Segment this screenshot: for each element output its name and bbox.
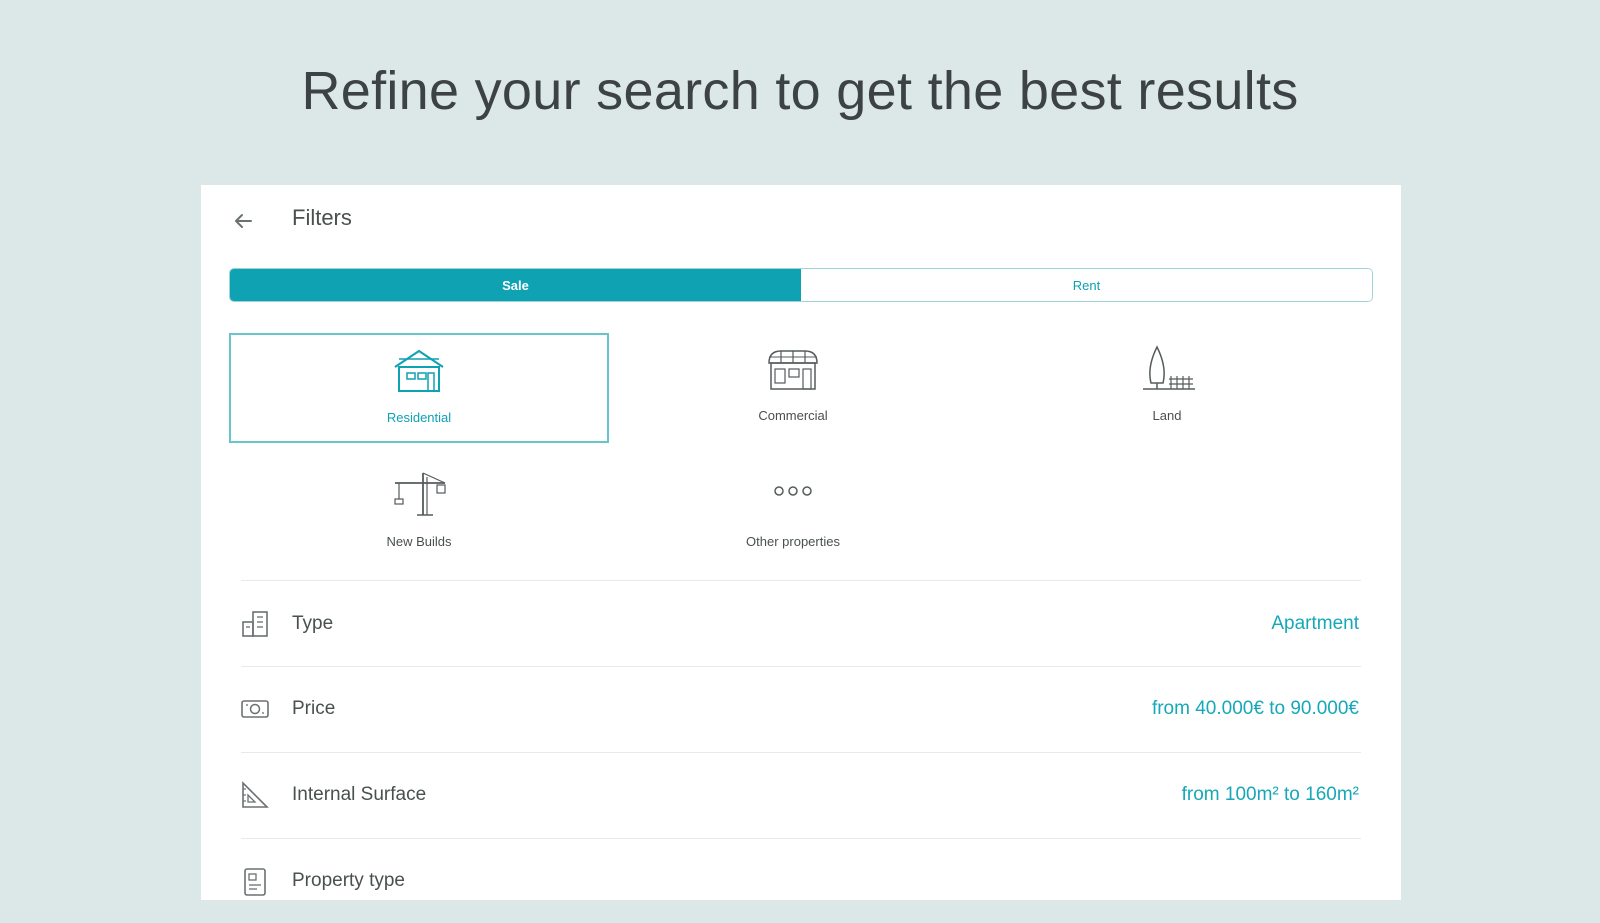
category-new-builds[interactable]: New Builds [229,459,609,569]
tree-fence-icon [1135,343,1199,395]
segment-rent[interactable]: Rent [801,269,1372,301]
building-icon [239,608,271,640]
filter-label: Property type [292,870,405,891]
back-button[interactable] [229,207,257,235]
filter-value: from 100m² to 160m² [1181,784,1359,805]
filter-row-internal-surface[interactable]: Internal Surface from 100m² to 160m² [201,753,1401,837]
filters-topbar: Filters [201,185,1401,257]
category-label: New Builds [386,534,452,549]
segment-sale[interactable]: Sale [230,269,801,301]
crane-icon [387,469,451,521]
category-commercial[interactable]: Commercial [603,333,983,443]
category-other-properties[interactable]: Other properties [603,459,983,569]
filter-row-price[interactable]: Price from 40.000€ to 90.000€ [201,667,1401,751]
ruler-triangle-icon [239,779,271,811]
filter-label: Internal Surface [292,784,427,805]
filter-label: Price [292,698,336,719]
category-residential[interactable]: Residential [229,333,609,443]
filters-title: Filters [292,205,352,230]
filter-value: Apartment [1271,613,1359,634]
category-label: Commercial [758,408,828,423]
document-icon [239,865,271,897]
divider [241,580,1361,581]
filters-panel: Filters Sale Rent Residential Commercial… [201,185,1401,900]
house-icon [387,345,451,397]
category-label: Land [1152,408,1182,423]
filter-row-type[interactable]: Type Apartment [201,582,1401,666]
money-icon [239,693,271,725]
storefront-icon [761,343,825,395]
arrow-left-icon [235,214,252,228]
page-headline: Refine your search to get the best resul… [301,61,1299,121]
category-label: Other properties [746,534,840,549]
filter-label: Type [292,613,334,634]
filter-row-property-type[interactable]: Property type [201,839,1401,923]
category-label: Residential [386,410,452,425]
more-dots-icon [761,469,825,521]
category-land[interactable]: Land [977,333,1357,443]
filter-value: from 40.000€ to 90.000€ [1151,698,1359,719]
sale-rent-toggle: Sale Rent [229,268,1373,302]
